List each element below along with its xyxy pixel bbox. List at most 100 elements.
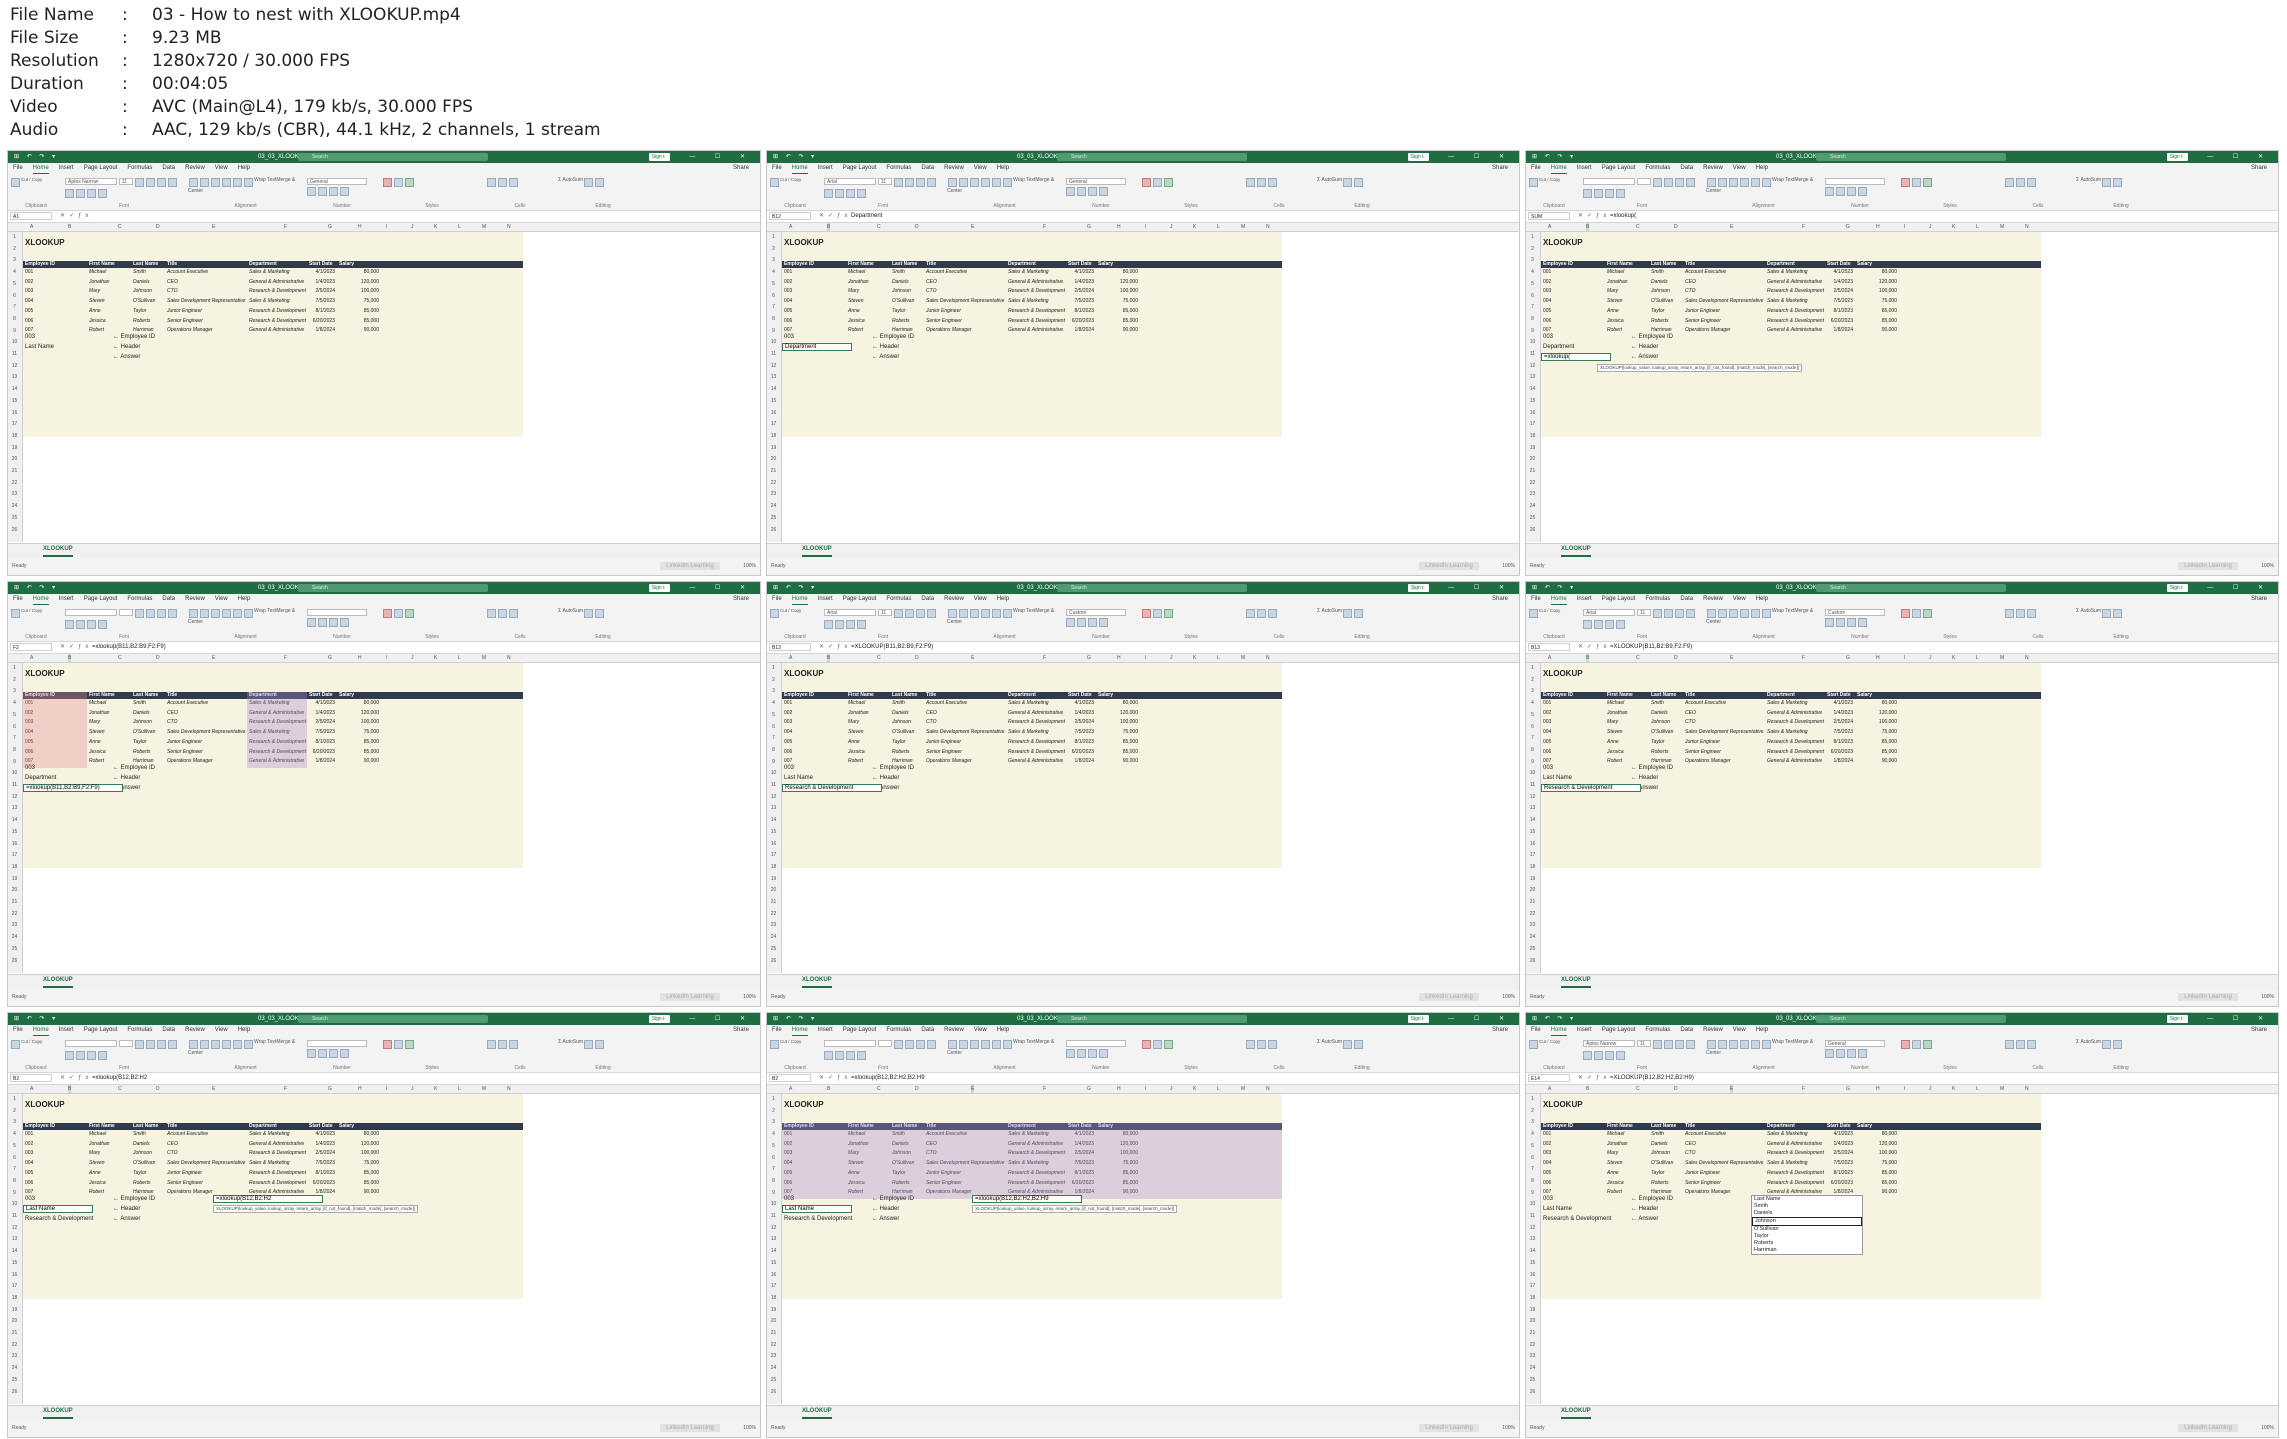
table-cell[interactable]: Sales & Marketing [1008,269,1049,276]
font-format-icon[interactable] [168,178,177,187]
table-cell[interactable]: CTO [167,719,177,726]
number-format-box[interactable]: General [1825,1040,1885,1047]
column-header-i[interactable]: I [1904,1085,1905,1093]
row-header[interactable]: 24 [8,503,21,509]
tab-insert[interactable]: Insert [59,1025,74,1036]
table-cell[interactable]: O'Sullivan [133,1160,155,1167]
table-row[interactable]: 004 Steven O'Sullivan Sales Development Rep… [23,298,523,305]
table-cell[interactable]: Sales Development Representative [926,729,1004,736]
row-header[interactable]: 10 [1526,770,1539,776]
table-header-cell[interactable]: Salary [1098,692,1113,699]
table-header-cell[interactable]: Last Name [892,692,917,699]
sort-filter-icon[interactable] [1343,609,1353,618]
table-header-cell[interactable]: Last Name [892,261,917,268]
row-header[interactable]: 20 [8,887,21,893]
font-format-icon[interactable] [1653,609,1662,618]
table-row[interactable]: 002 Jonathan Daniels CEO General & Administr… [1541,279,2041,286]
font-format-icon[interactable] [65,620,74,629]
font-format-icon[interactable] [1664,1040,1673,1049]
table-cell[interactable]: 8/1/2023 [309,739,335,746]
table-cell[interactable]: 75,000 [1098,298,1138,305]
table-row[interactable]: 007 Robert Harriman Operations Manager Gener… [23,327,523,334]
row-header[interactable]: 2 [1526,1108,1539,1114]
row-header[interactable]: 9 [767,328,780,334]
row-header[interactable]: 14 [767,386,780,392]
conditional-formatting-icon[interactable] [1901,1040,1910,1049]
row-header[interactable]: 9 [767,1190,780,1196]
tab-file[interactable]: File [772,1025,782,1036]
column-header-j[interactable]: J [411,654,414,662]
table-cell[interactable]: Anne [848,308,860,315]
table-cell[interactable]: Sales & Marketing [1767,1131,1808,1138]
table-cell[interactable]: Research & Development [1767,1180,1824,1187]
table-cell[interactable]: Mary [848,288,859,295]
zoom-level[interactable]: 100% [1502,558,1515,575]
table-cell[interactable]: Daniels [133,710,150,717]
table-cell[interactable]: Steven [1607,1160,1623,1167]
column-header-e[interactable]: E [1730,1085,1734,1093]
table-cell[interactable]: Account Executive [926,700,967,707]
align-icon[interactable] [1751,178,1760,187]
column-header-l[interactable]: L [458,654,461,662]
table-row[interactable]: 003 Mary Johnson CTO Research & Development 2… [782,288,1282,295]
table-cell[interactable]: CEO [167,279,178,286]
column-header-b[interactable]: B [68,654,72,662]
table-cell[interactable]: Sales & Marketing [249,1131,290,1138]
row-header[interactable]: 26 [8,1389,21,1395]
search-box[interactable]: Search [1057,153,1247,161]
table-row[interactable]: 002 Jonathan Daniels CEO General & Administr… [23,1141,523,1148]
table-cell[interactable]: Research & Development [1767,749,1824,756]
number-icon[interactable] [340,1049,349,1058]
table-cell[interactable]: 1/4/2023 [1827,1141,1853,1148]
table-cell[interactable]: 8/1/2023 [1827,1170,1853,1177]
row-header[interactable]: 17 [1526,1283,1539,1289]
table-cell[interactable]: 90,000 [1857,758,1897,765]
formula-controls[interactable]: ✕✓ƒx [60,642,92,653]
number-icon[interactable] [1847,187,1856,196]
column-header-c[interactable]: C [118,654,122,662]
formula-controls[interactable]: ✕✓ƒx [1578,642,1610,653]
row-header[interactable]: 7 [767,304,780,310]
table-cell[interactable]: CTO [1685,288,1695,295]
table-cell[interactable]: 75,000 [1857,729,1897,736]
column-header-n[interactable]: N [507,223,511,231]
insert-cells-icon[interactable] [487,1040,496,1049]
font-format-icon[interactable] [824,1051,833,1060]
table-cell[interactable]: Steven [89,729,105,736]
column-header-d[interactable]: D [915,654,919,662]
format-cells-icon[interactable] [2027,1040,2036,1049]
align-icon[interactable] [200,609,209,618]
column-header-i[interactable]: I [386,654,387,662]
column-header-a[interactable]: A [789,654,792,662]
row-header[interactable]: 14 [8,1248,21,1254]
tab-file[interactable]: File [1531,163,1541,174]
table-cell[interactable]: 80,000 [1857,700,1897,707]
row-header[interactable]: 9 [1526,1190,1539,1196]
table-cell[interactable]: Sales & Marketing [1008,729,1049,736]
row-header[interactable]: 12 [1526,363,1539,369]
row-header[interactable]: 23 [8,922,21,928]
table-cell[interactable]: 85,000 [1857,1170,1897,1177]
row-header[interactable]: 6 [1526,293,1539,299]
table-cell[interactable]: Senior Engineer [1685,749,1721,756]
table-cell[interactable]: Senior Engineer [167,1180,203,1187]
number-icon[interactable] [1099,618,1108,627]
conditional-formatting-icon[interactable] [1142,609,1151,618]
row-header[interactable]: 10 [8,1201,21,1207]
table-cell[interactable]: Account Executive [167,700,208,707]
share-button[interactable]: Share [2251,163,2267,174]
table-row[interactable]: 004 Steven O'Sullivan Sales Development Rep… [1541,729,2041,736]
table-header-cell[interactable]: Employee ID [25,261,55,268]
number-icon[interactable] [1077,1049,1086,1058]
table-cell[interactable]: Jonathan [1607,279,1628,286]
row-header[interactable]: 7 [8,304,21,310]
find-select-icon[interactable] [1354,178,1364,187]
table-cell[interactable]: General & Administrative [1008,758,1063,765]
share-button[interactable]: Share [1492,594,1508,605]
table-cell[interactable]: Senior Engineer [167,318,203,325]
font-size-box[interactable]: 11 [878,178,892,185]
formula-input[interactable]: =XLOOKUP(B11,B2:B9,F2:F9) [1610,642,1692,653]
table-cell[interactable]: 006 [25,1180,33,1187]
search-box[interactable]: Search [298,153,488,161]
table-cell[interactable]: 90,000 [339,758,379,765]
